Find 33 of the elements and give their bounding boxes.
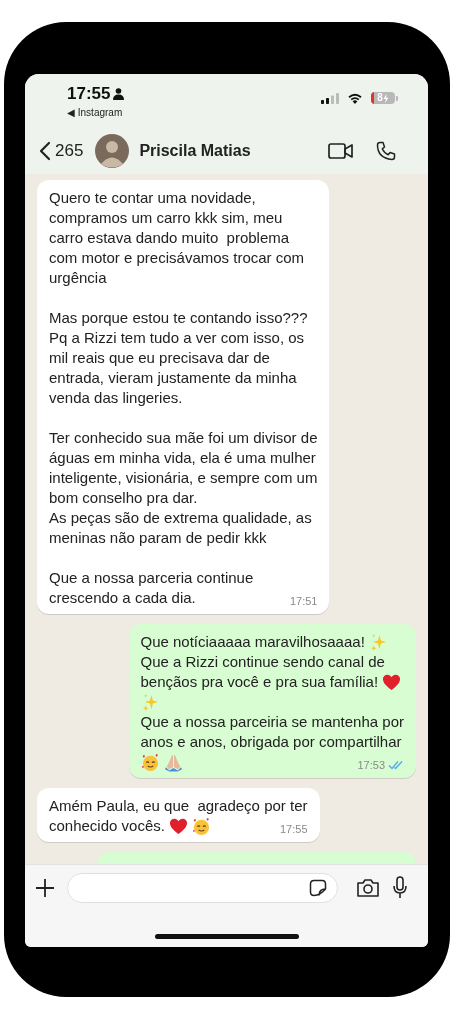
message-text: conhecido vocês. [49,816,165,836]
contact-name[interactable]: Priscila Matias [139,142,328,160]
message-text: meninas não param de pedir kkk [49,528,267,548]
message-text: bom conselho pra dar. [49,488,198,508]
message-text: carro estava dando muito problema [49,228,290,248]
message-text: Quero te contar uma novidade, [49,188,256,208]
message-text: Pq a Rizzi tem tudo a ver com isso, os [49,328,305,348]
message-time: 17:53 [357,758,385,772]
message-time: 17:55 [279,822,308,836]
back-to-app-link[interactable]: ◀ Instagram [67,107,125,118]
message-text: bençãos pra você e pra sua família! [140,672,379,692]
message-text: inteligente, visionária, e sempre com um [49,468,318,488]
message-text: venda das lingeries. [49,388,183,408]
message-text: Mas porque estou te contando isso??? [49,308,308,328]
battery-icon: 8 [371,92,398,104]
message-text: com motor e precisávamos trocar com [49,248,305,268]
message-text: As peças são de extrema qualidade, as [49,508,312,528]
message-time: 17:51 [289,594,318,608]
message-text: mil reais que eu precisava dar de [49,348,270,368]
message-text: Que notíciaaaaa maravilhosaaaa! [140,632,365,652]
message-text: compramos um carro kkk sim, meu [49,208,283,228]
message-text: Que a nossa parceiria se mantenha por [140,712,404,732]
message-text: entrada, vieram justamente da minha [49,368,297,388]
unread-count[interactable]: 265 [55,141,84,161]
message-text: anos e anos, obrigada por compartilhar [140,732,402,752]
message-text: crescendo a cada dia. [49,588,196,608]
message-text: águas em minha vida, ela é uma mulher [49,448,316,468]
message-text: Que a nossa parceria continue [49,568,254,588]
message-text: Ter conhecido sua mãe foi um divisor de [49,428,318,448]
message-text: Que a Rizzi continue sendo canal de [140,652,385,672]
message-text: urgência [49,268,107,288]
message-text: Amém Paula, eu que agradeço por ter [49,796,308,816]
status-time: 17:55 [67,84,111,104]
